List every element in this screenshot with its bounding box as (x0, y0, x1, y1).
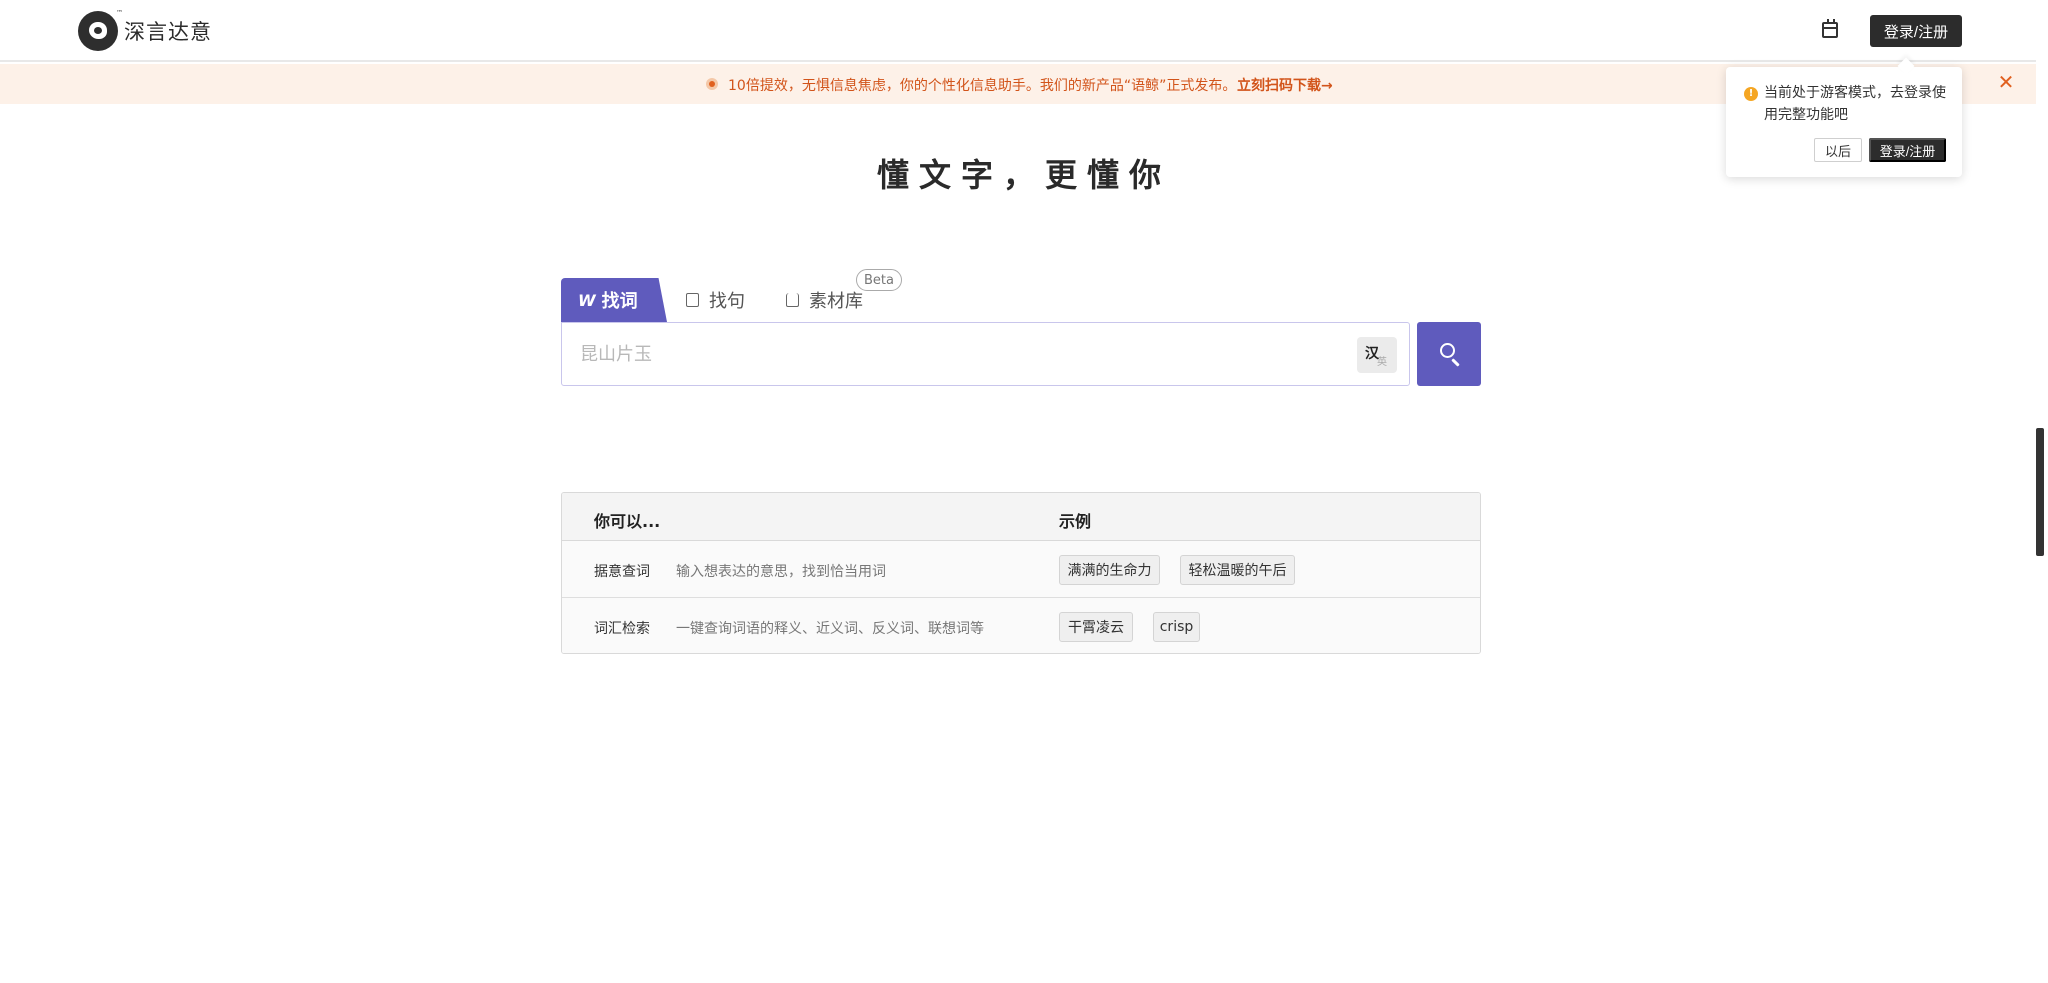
material-icon (786, 293, 799, 307)
tab-label: 找词 (601, 291, 638, 312)
sentence-icon (686, 293, 699, 307)
column-header-you-can: 你可以... (594, 512, 661, 531)
announcement-text: 10倍提效，无惧信息焦虑，你的个性化信息助手。我们的新产品“语鲸”正式发布。 (728, 78, 1237, 94)
search-button[interactable] (1417, 322, 1481, 386)
warning-icon: ! (1744, 87, 1758, 101)
tab-find-sentence[interactable]: 找句 (686, 288, 745, 312)
login-register-button[interactable]: 登录/注册 (1870, 15, 1962, 47)
tab-label: 找句 (709, 291, 745, 312)
column-header-examples: 示例 (1059, 512, 1092, 531)
announcement-dot-icon (706, 78, 718, 90)
close-icon[interactable]: ✕ (1996, 72, 2016, 92)
feature-name: 词汇检索 (594, 621, 650, 637)
calendar-icon[interactable] (1822, 19, 1838, 38)
lang-en-label: 英 (1377, 357, 1387, 368)
logo-text: 深言达意 (124, 20, 212, 44)
example-chip[interactable]: crisp (1153, 612, 1200, 642)
page-title: 懂文字，更懂你 (876, 156, 1171, 194)
language-toggle[interactable]: 汉 英 (1357, 337, 1397, 373)
tab-material-library[interactable]: 素材库 (786, 288, 863, 312)
logo[interactable]: ™ 深言达意 (78, 9, 212, 52)
tab-label: 素材库 (809, 291, 863, 312)
tab-find-word[interactable]: W 找词 (561, 278, 667, 322)
table-header: 你可以... 示例 (562, 493, 1480, 541)
download-link[interactable]: 立刻扫码下载→ (1237, 75, 1333, 95)
feature-description: 输入想表达的意思，找到恰当用词 (676, 564, 886, 580)
example-chip[interactable]: 轻松温暖的午后 (1180, 555, 1295, 585)
example-chip[interactable]: 满满的生命力 (1059, 555, 1160, 585)
popover-message: 当前处于游客模式，去登录使用完整功能吧 (1764, 85, 1946, 123)
beta-badge: Beta (856, 269, 902, 291)
scrollbar-thumb[interactable] (2036, 428, 2044, 556)
logo-mark-icon: ™ (78, 9, 123, 51)
table-row: 据意查词 输入想表达的意思，找到恰当用词 满满的生命力 轻松温暖的午后 (562, 542, 1480, 598)
search-icon-handle (1451, 358, 1460, 367)
search-input[interactable] (580, 339, 1340, 369)
search-icon (1440, 343, 1455, 358)
trademark: ™ (116, 9, 123, 17)
usage-table: 你可以... 示例 据意查词 输入想表达的意思，找到恰当用词 满满的生命力 轻松… (561, 492, 1481, 654)
example-chip[interactable]: 干霄凌云 (1059, 612, 1133, 642)
top-header: ™ 深言达意 登录/注册 (0, 0, 2048, 62)
feature-description: 一键查询词语的释义、近义词、反义词、联想词等 (676, 621, 984, 637)
feature-name: 据意查词 (594, 564, 650, 580)
search-box: 汉 英 (561, 322, 1410, 386)
table-row: 词汇检索 一键查询词语的释义、近义词、反义词、联想词等 干霄凌云 crisp (562, 599, 1480, 653)
word-icon: W (578, 290, 596, 310)
